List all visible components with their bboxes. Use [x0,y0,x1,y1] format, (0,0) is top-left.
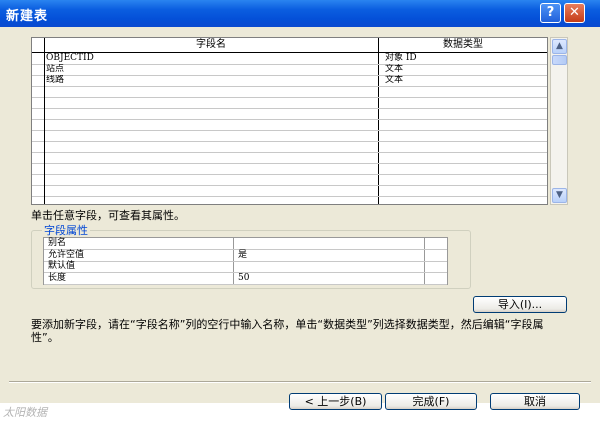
property-value[interactable]: 50 [238,273,418,284]
close-icon[interactable]: ✕ [564,3,585,23]
data-type-cell[interactable] [385,163,545,174]
field-name-cell[interactable] [46,86,376,97]
field-name-cell[interactable] [46,108,376,119]
field-name-cell[interactable]: OBJECTID [46,53,376,64]
field-properties-table[interactable]: 别名 允许空值 是默认值 长度 50 [43,237,448,285]
row-selector[interactable] [32,75,45,86]
dialog-divider [9,381,591,383]
field-hint-text: 单击任意字段，可查看其属性。 [31,209,185,222]
row-selector[interactable] [32,53,45,64]
field-name-cell[interactable] [46,119,376,130]
data-type-cell[interactable] [385,119,545,130]
row-selector[interactable] [32,196,45,204]
row-selector[interactable] [32,97,45,108]
property-name: 允许空值 [48,249,85,260]
watermark-text: 太阳数据 [3,406,47,419]
data-type-cell[interactable] [385,152,545,163]
data-type-cell[interactable] [385,130,545,141]
row-selector[interactable] [32,119,45,130]
data-type-cell[interactable]: 文本 [385,64,545,75]
row-selector[interactable] [32,163,45,174]
field-name-cell[interactable] [46,185,376,196]
row-selector[interactable] [32,141,45,152]
data-type-cell[interactable] [385,174,545,185]
data-type-cell[interactable] [385,97,545,108]
data-type-cell[interactable] [385,108,545,119]
property-name: 别名 [48,238,67,248]
property-value[interactable] [238,238,418,249]
import-button[interactable]: 导入(I)... [473,296,567,313]
property-row[interactable]: 允许空值 是 [44,250,447,262]
field-name-cell[interactable] [46,152,376,163]
property-value[interactable] [238,261,418,272]
scroll-thumb[interactable] [552,55,567,65]
field-name-cell[interactable]: 站点 [46,64,376,75]
grid-header: 字段名 数据类型 [32,38,547,53]
field-name-cell[interactable] [46,174,376,185]
back-button[interactable]: < 上一步(B) [289,393,382,410]
data-type-cell[interactable]: 对象 ID [385,53,545,64]
property-name: 长度 [48,272,67,283]
new-table-dialog: 新建表 ? ✕ 字段名 数据类型 OBJECTID 对象 ID 站点 文本 线路 文本 ▲… [0,0,600,410]
column-header-field-name[interactable]: 字段名 [44,38,379,52]
window-title: 新建表 [6,9,49,24]
row-selector[interactable] [32,86,45,97]
cancel-button[interactable]: 取消 [490,393,580,410]
row-selector[interactable] [32,130,45,141]
property-row[interactable]: 默认值 [44,261,447,273]
title-bar: 新建表 ? ✕ [0,0,600,27]
data-type-cell[interactable] [385,86,545,97]
field-name-cell[interactable] [46,130,376,141]
property-name: 默认值 [48,261,76,271]
data-type-cell[interactable] [385,185,545,196]
property-row[interactable]: 别名 [44,238,447,250]
grid-vertical-scrollbar[interactable]: ▲ ▼ [550,37,568,205]
row-selector[interactable] [32,64,45,75]
row-selector[interactable] [32,108,45,119]
scroll-down-icon[interactable]: ▼ [552,188,567,203]
finish-button[interactable]: 完成(F) [385,393,477,410]
property-row[interactable]: 长度 50 [44,273,447,285]
row-selector[interactable] [32,174,45,185]
table-row[interactable] [32,196,547,204]
scroll-up-icon[interactable]: ▲ [552,39,567,54]
field-name-cell[interactable]: 线路 [46,75,376,86]
field-name-cell[interactable] [46,97,376,108]
field-properties-legend: 字段属性 [42,222,90,238]
row-selector[interactable] [32,185,45,196]
column-header-data-type[interactable]: 数据类型 [379,38,547,52]
data-type-cell[interactable] [385,141,545,152]
row-selector[interactable] [32,152,45,163]
property-value[interactable]: 是 [238,250,418,261]
field-name-cell[interactable] [46,196,376,204]
field-name-cell[interactable] [46,163,376,174]
help-icon[interactable]: ? [540,3,561,23]
data-type-cell[interactable] [385,196,545,204]
data-type-cell[interactable]: 文本 [385,75,545,86]
instruction-text: 要添加新字段，请在“字段名称”列的空行中输入名称，单击“数据类型”列选择数据类型… [31,318,544,344]
field-name-cell[interactable] [46,141,376,152]
field-grid[interactable]: 字段名 数据类型 OBJECTID 对象 ID 站点 文本 线路 文本 [31,37,548,205]
